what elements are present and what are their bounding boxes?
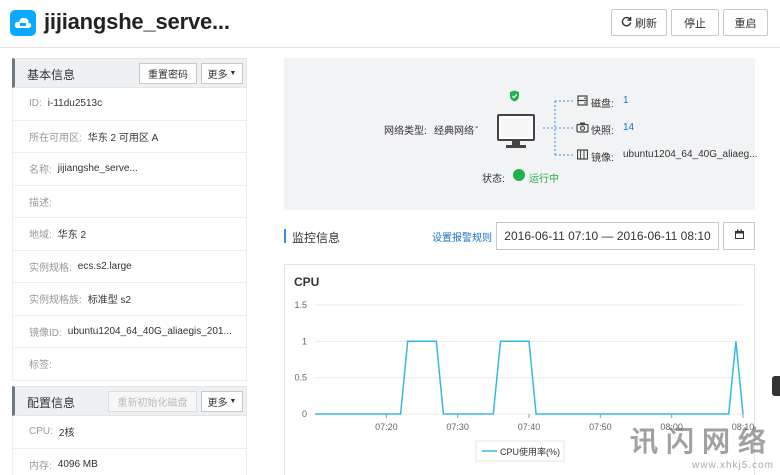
info-value: 华东 2 可用区 A — [87, 132, 159, 144]
info-row: 名称: jijiangshe_serve... — [13, 153, 246, 186]
disk-label: 磁盘: — [591, 99, 614, 110]
y-tick-label: 1 — [302, 336, 307, 346]
info-value: ecs.s2.large — [77, 260, 132, 272]
info-row: 内存: 4096 MB — [13, 449, 246, 475]
info-value: 4096 MB — [57, 458, 98, 470]
reinit-disk-label: 重新初始化磁盘 — [117, 398, 188, 409]
caret-down-icon: ▼ — [229, 70, 237, 77]
camera-icon — [576, 122, 589, 136]
reset-password-label: 重置密码 — [148, 70, 188, 81]
info-row: 实例规格: ecs.s2.large — [13, 251, 246, 283]
x-tick-label: 07:30 — [446, 422, 469, 432]
watermark-title: 讯闪网络 — [629, 425, 774, 458]
info-value: 2核 — [58, 428, 75, 440]
cloud-server-icon — [10, 10, 36, 36]
refresh-icon — [621, 16, 632, 30]
snapshot-label: 快照: — [591, 126, 614, 137]
info-key: CPU: — [29, 426, 53, 438]
x-tick-label: 07:50 — [589, 422, 612, 432]
status-label: 状态: — [482, 174, 505, 185]
x-tick-label: 07:20 — [375, 422, 398, 432]
info-row: 所在可用区: 华东 2 可用区 A — [13, 121, 246, 153]
watermark-url: www.xhkj5.com — [692, 460, 774, 471]
info-key: ID: — [29, 98, 42, 110]
info-key: 镜像ID: — [29, 327, 62, 339]
basic-more-label: 更多 — [207, 70, 228, 81]
info-value: 标准型 s2 — [87, 295, 132, 307]
info-value: 华东 2 — [57, 230, 87, 242]
reset-password-button[interactable]: 重置密码 — [139, 63, 197, 84]
connector-lines — [543, 100, 573, 156]
reboot-label: 重启 — [734, 17, 757, 30]
basic-info-header: 基本信息 重置密码 更多 ▼ — [12, 58, 247, 88]
info-key: 名称: — [29, 165, 52, 177]
chart-legend: CPU使用率(%) — [475, 440, 565, 462]
stop-label: 停止 — [684, 17, 706, 30]
basic-more-button[interactable]: 更多 ▼ — [201, 63, 243, 84]
config-info-list: CPU: 2核内存: 4096 MB — [12, 416, 247, 475]
config-info-title: 配置信息 — [27, 396, 76, 410]
server-monitor-icon — [497, 114, 535, 153]
info-key: 描述: — [29, 197, 52, 209]
basic-info-list: ID: i-11du2513c 所在可用区: 华东 2 可用区 A 名称: jijiang… — [12, 88, 247, 381]
basic-info-title: 基本信息 — [27, 68, 76, 82]
info-row: 标签: — [13, 348, 246, 381]
side-floating-tab[interactable] — [772, 376, 780, 396]
info-value: i-11du2513c — [47, 98, 103, 110]
image-value: ubuntu1204_64_40G_aliaeg... — [623, 149, 758, 160]
status-value: 运行中 — [529, 174, 559, 185]
caret-down-icon: ▼ — [229, 398, 237, 405]
instance-overview: 网络类型: 经典网络 - 磁盘: 1 快照: 14 镜像: ubuntu1204… — [284, 58, 758, 210]
config-more-label: 更多 — [207, 398, 228, 409]
snapshot-count-link[interactable]: 14 — [623, 122, 634, 133]
watermark: 讯闪网络 www.xhkj5.com — [630, 420, 774, 471]
disk-icon — [577, 95, 588, 109]
stop-button[interactable]: 停止 — [671, 9, 719, 36]
y-tick-label: 0 — [302, 409, 307, 419]
y-tick-label: 1.5 — [294, 300, 307, 310]
reboot-button[interactable]: 重启 — [723, 9, 768, 36]
info-value: jijiangshe_serve... — [57, 163, 138, 175]
network-dash: - — [475, 122, 479, 133]
info-row: CPU: 2核 — [13, 416, 246, 449]
refresh-label: 刷新 — [635, 17, 657, 30]
calendar-icon — [734, 229, 745, 243]
date-range-picker[interactable]: 2016-06-11 07:10 — 2016-06-11 08:10 — [496, 222, 719, 250]
network-type-label: 网络类型: — [384, 126, 427, 137]
x-tick-label: 07:40 — [518, 422, 541, 432]
y-tick-label: 0.5 — [294, 373, 307, 383]
info-row: 地域: 华东 2 — [13, 218, 246, 251]
info-row: 描述: — [13, 186, 246, 218]
calendar-button[interactable] — [723, 222, 755, 250]
config-info-header: 配置信息 重新初始化磁盘 更多 ▼ — [12, 386, 247, 416]
info-key: 实例规格: — [29, 262, 72, 274]
info-row: 镜像ID: ubuntu1204_64_40G_aliaegis_201... — [13, 316, 246, 348]
security-shield-icon — [509, 90, 520, 105]
reinit-disk-button[interactable]: 重新初始化磁盘 — [108, 391, 197, 412]
info-key: 标签: — [29, 360, 52, 372]
network-type-value: 经典网络 — [434, 126, 474, 137]
set-alarm-rule-link[interactable]: 设置报警规则 — [432, 229, 492, 244]
config-more-button[interactable]: 更多 ▼ — [201, 391, 243, 412]
page-header: jijiangshe_serve... 刷新 停止 重启 — [0, 0, 780, 48]
image-label: 镜像: — [591, 153, 614, 164]
legend-series-name: CPU使用率(%) — [500, 446, 560, 457]
running-status-dot — [513, 169, 525, 181]
refresh-button[interactable]: 刷新 — [611, 9, 667, 36]
info-key: 所在可用区: — [29, 132, 82, 144]
info-key: 地域: — [29, 230, 52, 242]
info-row: ID: i-11du2513c — [13, 88, 246, 121]
monitor-title: 监控信息 — [292, 231, 341, 245]
section-accent-bar — [284, 229, 286, 243]
disk-count-link[interactable]: 1 — [623, 95, 629, 106]
info-key: 内存: — [29, 460, 52, 472]
chart-title: CPU — [294, 275, 319, 289]
info-key: 实例规格族: — [29, 295, 82, 307]
info-row: 实例规格族: 标准型 s2 — [13, 283, 246, 316]
info-value: ubuntu1204_64_40G_aliaegis_201... — [67, 325, 232, 337]
page-title: jijiangshe_serve... — [44, 9, 230, 34]
image-icon — [576, 149, 589, 163]
